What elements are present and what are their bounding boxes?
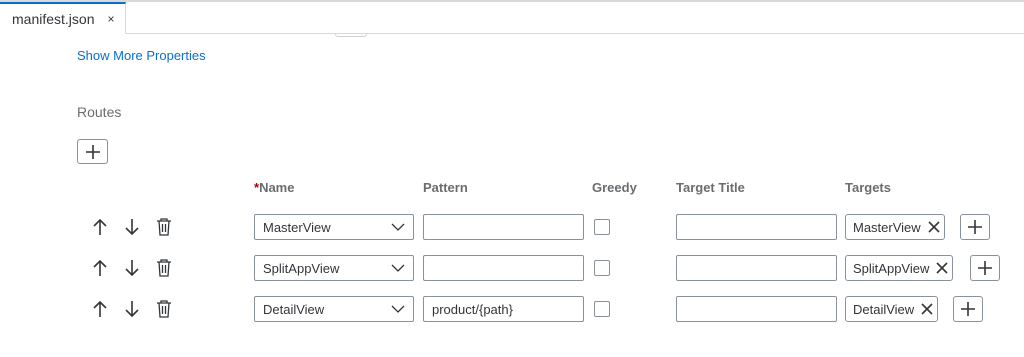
delete-route-button[interactable] xyxy=(154,216,174,238)
route-target-title-input[interactable] xyxy=(676,255,837,281)
close-icon[interactable]: × xyxy=(107,12,114,26)
token-remove-icon[interactable] xyxy=(921,303,933,315)
column-header-pattern: Pattern xyxy=(423,180,468,195)
route-pattern-input[interactable] xyxy=(423,214,584,240)
route-pattern-input[interactable]: product/{path} xyxy=(423,296,584,322)
add-icon xyxy=(968,220,982,234)
move-down-button[interactable] xyxy=(122,298,142,320)
add-target-button[interactable] xyxy=(970,255,1000,281)
route-name-select[interactable]: SplitAppView xyxy=(254,255,414,281)
arrow-down-icon xyxy=(125,301,139,318)
add-route-button[interactable] xyxy=(77,139,108,164)
route-row: MasterView MasterView xyxy=(0,214,1024,240)
delete-route-button[interactable] xyxy=(154,257,174,279)
move-up-button[interactable] xyxy=(90,216,110,238)
route-target-title-input[interactable] xyxy=(676,296,837,322)
route-name-value: SplitAppView xyxy=(263,260,340,276)
delete-icon xyxy=(157,259,171,277)
add-target-button[interactable] xyxy=(960,214,990,240)
arrow-up-icon xyxy=(93,259,107,276)
route-row: DetailView product/{path} DetailView xyxy=(0,296,1024,322)
editor-tab-bar: manifest.json × xyxy=(0,0,1024,34)
arrow-up-icon xyxy=(93,218,107,235)
arrow-down-icon xyxy=(125,260,139,277)
show-more-properties-link[interactable]: Show More Properties xyxy=(77,48,206,63)
move-up-button[interactable] xyxy=(90,298,110,320)
chevron-down-icon xyxy=(391,264,405,272)
arrow-down-icon xyxy=(125,219,139,236)
tab-title: manifest.json xyxy=(12,11,95,27)
target-token[interactable]: MasterView xyxy=(845,214,945,240)
target-token-label: MasterView xyxy=(853,219,921,235)
route-pattern-input[interactable] xyxy=(423,255,584,281)
route-row: SplitAppView SplitAppView xyxy=(0,255,1024,281)
target-token-label: DetailView xyxy=(853,301,915,317)
move-up-button[interactable] xyxy=(90,257,110,279)
target-token[interactable]: SplitAppView xyxy=(845,255,954,281)
route-name-value: DetailView xyxy=(263,301,325,317)
route-greedy-checkbox[interactable] xyxy=(594,301,610,317)
chevron-down-icon xyxy=(391,305,405,313)
chevron-down-icon xyxy=(391,223,405,231)
column-header-name: *Name xyxy=(254,180,295,195)
tab-manifest-json[interactable]: manifest.json × xyxy=(0,2,126,34)
token-remove-icon[interactable] xyxy=(936,262,948,274)
token-remove-icon[interactable] xyxy=(928,221,940,233)
routes-section-label: Routes xyxy=(77,104,122,120)
column-header-target-title: Target Title xyxy=(676,180,745,195)
delete-icon xyxy=(157,218,171,236)
route-greedy-checkbox[interactable] xyxy=(594,260,610,276)
add-icon xyxy=(85,144,100,159)
route-name-select[interactable]: DetailView xyxy=(254,296,414,322)
route-name-select[interactable]: MasterView xyxy=(254,214,414,240)
target-token-label: SplitAppView xyxy=(853,260,930,276)
move-down-button[interactable] xyxy=(122,257,142,279)
route-name-value: MasterView xyxy=(263,219,331,235)
route-target-title-input[interactable] xyxy=(676,214,837,240)
target-token[interactable]: DetailView xyxy=(845,296,939,322)
scroll-handle[interactable] xyxy=(335,34,367,37)
add-icon xyxy=(978,261,992,275)
move-down-button[interactable] xyxy=(122,216,142,238)
arrow-up-icon xyxy=(93,300,107,317)
add-icon xyxy=(961,302,975,316)
add-target-button[interactable] xyxy=(953,296,983,322)
delete-icon xyxy=(157,300,171,318)
delete-route-button[interactable] xyxy=(154,298,174,320)
route-greedy-checkbox[interactable] xyxy=(594,219,610,235)
column-header-targets: Targets xyxy=(845,180,891,195)
column-header-greedy: Greedy xyxy=(592,180,637,195)
